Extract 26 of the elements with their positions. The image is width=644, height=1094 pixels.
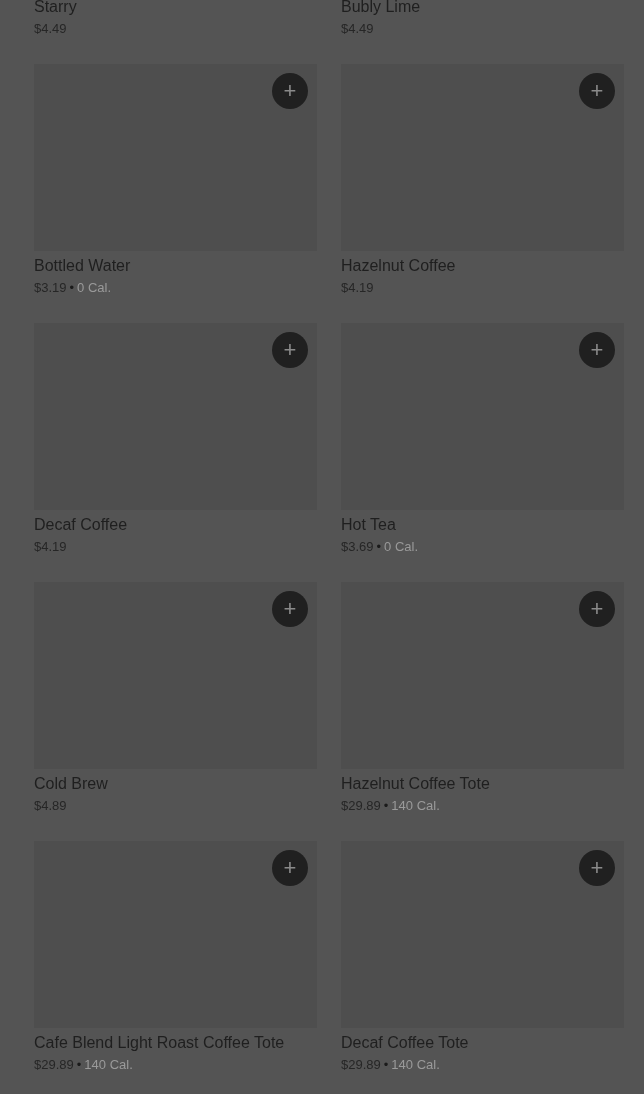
separator-dot: • [383,1056,389,1074]
item-image[interactable]: + [34,582,317,769]
separator-dot: • [76,1056,82,1074]
item-calories: 0 Cal. [77,279,112,297]
separator-dot: • [376,538,382,556]
add-button[interactable]: + [579,850,615,886]
item-calories: 0 Cal. [384,538,419,556]
item-calories: 140 Cal. [84,1056,133,1074]
add-button[interactable]: + [272,591,308,627]
item-image[interactable]: + [34,841,317,1028]
add-button[interactable]: + [579,73,615,109]
add-button[interactable]: + [579,591,615,627]
add-button[interactable]: + [579,332,615,368]
item-calories: 140 Cal. [391,797,440,815]
separator-dot: • [69,279,75,297]
item-image[interactable]: + [341,582,624,769]
item-image[interactable]: + [341,841,624,1028]
add-button[interactable]: + [272,332,308,368]
add-button[interactable]: + [272,73,308,109]
separator-dot: • [383,797,389,815]
item-image[interactable]: + [34,323,317,510]
item-image[interactable]: + [34,64,317,251]
add-button[interactable]: + [272,850,308,886]
item-image[interactable]: + [341,323,624,510]
item-calories: 140 Cal. [391,1056,440,1074]
item-image[interactable]: + [341,64,624,251]
